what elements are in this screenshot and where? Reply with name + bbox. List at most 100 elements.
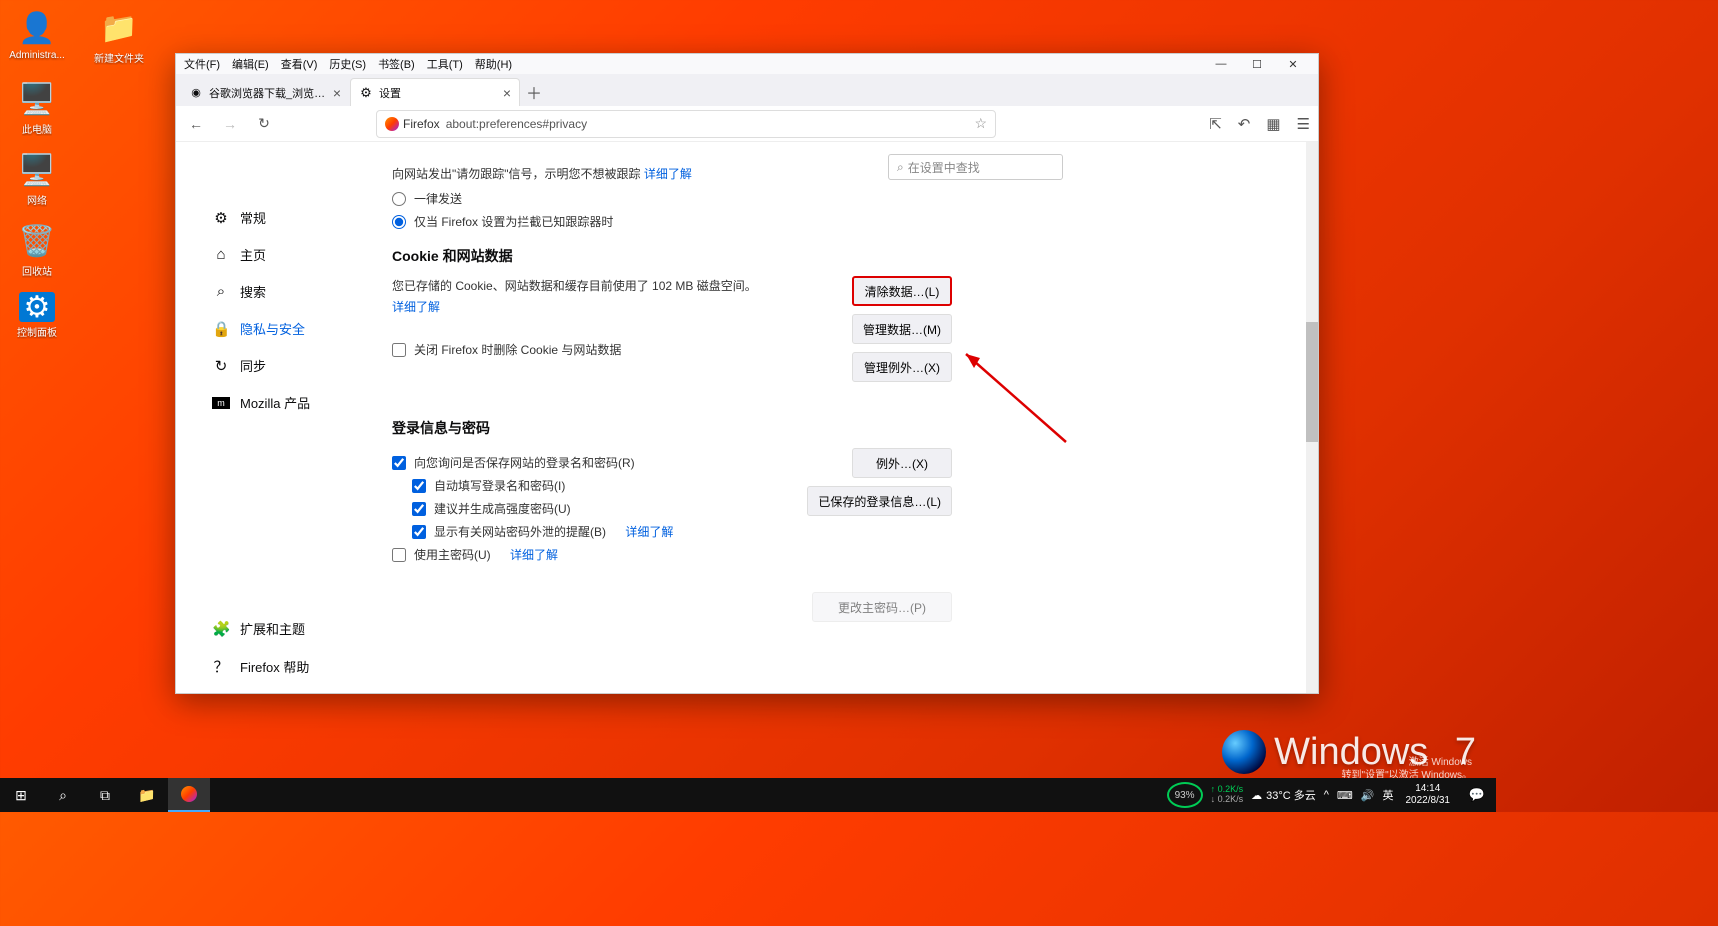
taskbar-firefox[interactable] [168,778,210,812]
sidebar-item-mozilla[interactable]: mMozilla 产品 [206,387,346,418]
mozilla-icon: m [212,397,230,409]
breach-alerts-checkbox[interactable]: 显示有关网站密码外泄的提醒(B) 详细了解 [412,523,792,540]
menu-history[interactable]: 历史(S) [329,56,366,72]
desktop-icon-recycle[interactable]: 🗑️ 回收站 [8,221,66,278]
bookmark-star-icon[interactable]: ☆ [974,115,987,132]
dnt-description: 向网站发出"请勿跟踪"信号，示明您不想被跟踪 详细了解 [392,164,1308,184]
desktop-icons: 👤 Administra... 📁 新建文件夹 🖥️ 此电脑 🖥️ 网络 🗑️ … [8,8,148,339]
firefox-logo-icon [385,117,399,131]
cookies-heading: Cookie 和网站数据 [392,246,1308,266]
new-tab-button[interactable]: ＋ [520,78,548,106]
master-learn-link[interactable]: 详细了解 [510,546,558,563]
sidebar-item-privacy[interactable]: 🔒隐私与安全 [206,313,346,344]
undo-icon[interactable]: ↶ [1238,115,1251,133]
sidebar-item-extensions[interactable]: 🧩扩展和主题 [206,613,346,644]
desktop-icon-network[interactable]: 🖥️ 网络 [8,150,66,207]
taskbar: ⊞ ⌕ ⧉ 📁 93% ↑ 0.2K/s↓ 0.2K/s ☁ 33°C 多云 ^… [0,778,1496,812]
window-close[interactable]: ✕ [1276,54,1310,74]
delete-on-close-checkbox[interactable]: 关闭 Firefox 时删除 Cookie 与网站数据 [392,341,792,358]
scrollbar[interactable] [1306,142,1318,693]
home-icon: ⌂ [212,246,230,263]
settings-main: 向网站发出"请勿跟踪"信号，示明您不想被跟踪 详细了解 一律发送 仅当 Fire… [356,142,1318,693]
tray-chevron-icon[interactable]: ^ [1324,789,1329,801]
cookies-learn-link[interactable]: 详细了解 [392,300,440,314]
taskbar-taskview[interactable]: ⧉ [84,778,126,812]
taskbar-explorer[interactable]: 📁 [126,778,168,812]
taskbar-clock[interactable]: 14:142022/8/31 [1402,783,1455,807]
start-button[interactable]: ⊞ [0,778,42,812]
scrollbar-thumb[interactable] [1306,322,1318,442]
weather-widget[interactable]: ☁ 33°C 多云 [1251,787,1316,803]
url-bar[interactable]: Firefox about:preferences#privacy ☆ [376,110,996,138]
notifications-icon[interactable]: 💬 [1462,787,1492,803]
nav-back[interactable]: ← [184,112,208,136]
menu-tools[interactable]: 工具(T) [427,56,463,72]
sidebar-item-home[interactable]: ⌂主页 [206,239,346,270]
ask-save-logins-checkbox[interactable]: 向您询问是否保存网站的登录名和密码(R) [392,454,792,471]
nav-reload[interactable]: ↻ [252,112,276,136]
tray-ime[interactable]: ⌨ [1337,789,1353,802]
logins-exceptions-button[interactable]: 例外…(X) [852,448,952,478]
desktop-icon-cpanel[interactable]: ⚙ 控制面板 [8,292,66,339]
hamburger-menu-icon[interactable]: ☰ [1297,115,1310,133]
settings-content: ⌕ 在设置中查找 ⚙常规 ⌂主页 ⌕搜索 🔒隐私与安全 ↻同步 mMozilla… [176,142,1318,693]
url-text: about:preferences#privacy [446,117,975,131]
settings-sidebar: ⚙常规 ⌂主页 ⌕搜索 🔒隐私与安全 ↻同步 mMozilla 产品 🧩扩展和主… [176,142,356,693]
menu-bookmarks[interactable]: 书签(B) [378,56,415,72]
menu-file[interactable]: 文件(F) [184,56,220,72]
windows-orb-icon [1222,730,1266,774]
cookies-desc: 您已存储的 Cookie、网站数据和缓存目前使用了 102 MB 磁盘空间。 [392,276,792,296]
breach-learn-link[interactable]: 详细了解 [625,523,673,540]
toolbar: ← → ↻ Firefox about:preferences#privacy … [176,106,1318,142]
sync-icon: ↻ [212,357,230,375]
saved-logins-button[interactable]: 已保存的登录信息…(L) [807,486,952,516]
tab-chrome-download[interactable]: ◉ 谷歌浏览器下载_浏览器官网入口 × [180,78,350,106]
system-tray: 93% ↑ 0.2K/s↓ 0.2K/s ☁ 33°C 多云 ^ ⌨ 🔊 英 1… [1167,778,1496,812]
menu-edit[interactable]: 编辑(E) [232,56,269,72]
manage-data-button[interactable]: 管理数据…(M) [852,314,952,344]
clear-data-button[interactable]: 清除数据…(L) [852,276,952,306]
desktop-icon-thispc[interactable]: 🖥️ 此电脑 [8,79,66,136]
chrome-icon: ◉ [189,86,203,100]
sidebar-item-search[interactable]: ⌕搜索 [206,276,346,307]
desktop-icon-folder[interactable]: 📁 新建文件夹 [90,8,148,65]
sidebar-item-general[interactable]: ⚙常规 [206,202,346,233]
desktop-icon-admin[interactable]: 👤 Administra... [8,8,66,65]
question-icon: ？ [212,656,230,677]
tab-close-icon[interactable]: × [503,85,511,101]
menu-view[interactable]: 查看(V) [281,56,318,72]
nav-forward[interactable]: → [218,112,242,136]
change-master-button[interactable]: 更改主密码…(P) [812,592,952,622]
master-password-checkbox[interactable]: 使用主密码(U) 详细了解 [392,546,792,563]
suggest-passwords-checkbox[interactable]: 建议并生成高强度密码(U) [412,500,792,517]
manage-exceptions-button[interactable]: 管理例外…(X) [852,352,952,382]
menu-help[interactable]: 帮助(H) [475,56,512,72]
dnt-learn-more-link[interactable]: 详细了解 [644,167,692,181]
settings-search[interactable]: ⌕ 在设置中查找 [888,154,1063,180]
monitor-icon: 🖥️ [17,79,57,119]
folder-icon: 📁 [99,8,139,48]
gear-icon: ⚙ [212,209,230,227]
cpanel-icon: ⚙ [19,292,55,322]
dnt-blocking-radio[interactable]: 仅当 Firefox 设置为拦截已知跟踪器时 [392,213,1308,230]
firefox-window: 文件(F) 编辑(E) 查看(V) 历史(S) 书签(B) 工具(T) 帮助(H… [175,53,1319,694]
autofill-checkbox[interactable]: 自动填写登录名和密码(I) [412,477,792,494]
tab-close-icon[interactable]: × [333,85,341,101]
window-maximize[interactable]: ☐ [1240,54,1274,74]
apps-icon[interactable]: ▦ [1266,115,1280,133]
taskbar-search[interactable]: ⌕ [42,778,84,812]
sidebar-item-sync[interactable]: ↻同步 [206,350,346,381]
search-icon: ⌕ [212,283,230,300]
search-icon: ⌕ [897,160,904,175]
network-speed: ↑ 0.2K/s↓ 0.2K/s [1211,785,1244,805]
cpu-meter[interactable]: 93% [1167,782,1203,808]
puzzle-icon: 🧩 [212,620,230,638]
dnt-always-radio[interactable]: 一律发送 [392,190,1308,207]
tray-volume-icon[interactable]: 🔊 [1361,789,1375,802]
sidebar-item-help[interactable]: ？Firefox 帮助 [206,650,346,683]
tab-settings[interactable]: ⚙ 设置 × [350,78,520,106]
window-minimize[interactable]: — [1204,54,1238,74]
gear-icon: ⚙ [359,86,373,100]
pin-icon[interactable]: ⇱ [1209,115,1222,133]
tray-ime-lang[interactable]: 英 [1383,787,1394,803]
